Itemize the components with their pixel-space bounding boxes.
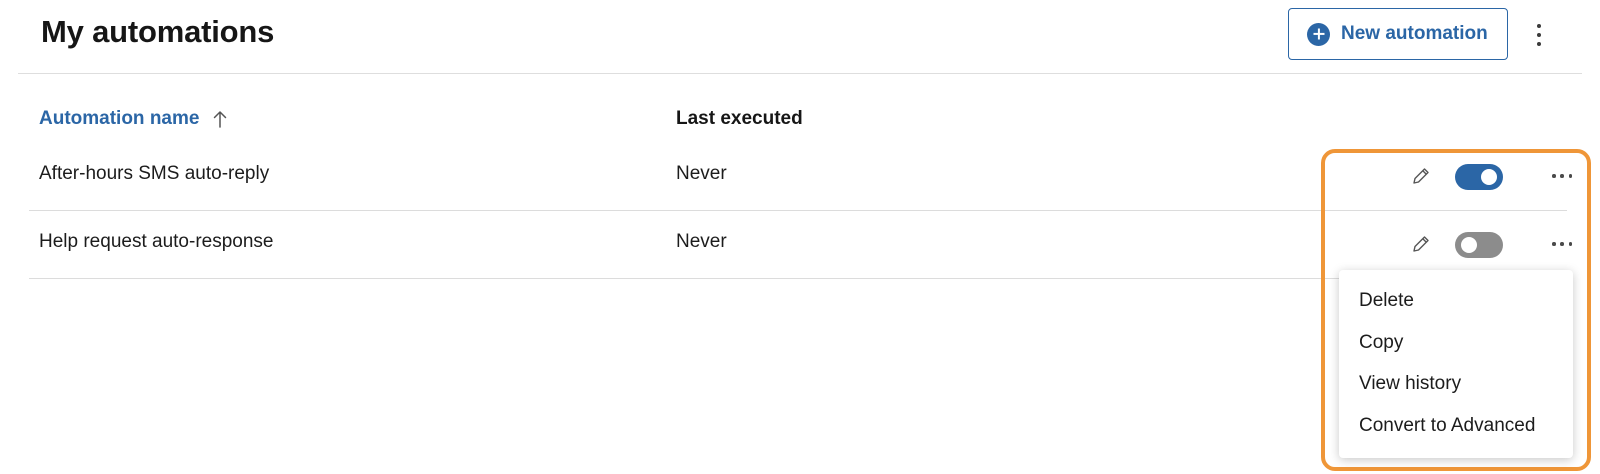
automation-name: After-hours SMS auto-reply [39, 163, 270, 184]
page-overflow-menu-icon[interactable] [1528, 20, 1550, 50]
arrow-up-icon [213, 110, 227, 128]
plus-circle-icon [1307, 22, 1330, 46]
row-actions-menu: Delete Copy View history Convert to Adva… [1339, 270, 1573, 458]
last-executed-value: Never [676, 163, 727, 184]
column-header-last-executed: Last executed [676, 108, 803, 129]
menu-item-delete[interactable]: Delete [1339, 281, 1573, 323]
menu-item-view-history[interactable]: View history [1339, 364, 1573, 406]
table-row: After-hours SMS auto-reply Never [29, 143, 1572, 211]
new-automation-button[interactable]: New automation [1288, 8, 1508, 60]
column-header-label: Automation name [39, 108, 200, 129]
column-header-automation-name[interactable]: Automation name [39, 108, 227, 130]
menu-item-copy[interactable]: Copy [1339, 323, 1573, 365]
last-executed-value: Never [676, 231, 727, 252]
more-horizontal-icon[interactable] [1552, 172, 1572, 180]
page-title: My automations [41, 14, 275, 49]
automation-name: Help request auto-response [39, 231, 274, 252]
page-header: My automations New automation [0, 0, 1600, 74]
menu-item-convert-to-advanced[interactable]: Convert to Advanced [1339, 406, 1573, 448]
pencil-icon[interactable] [1410, 233, 1432, 255]
enabled-toggle[interactable] [1455, 232, 1503, 258]
enabled-toggle[interactable] [1455, 164, 1503, 190]
new-automation-label: New automation [1341, 23, 1488, 44]
more-horizontal-icon[interactable] [1552, 240, 1572, 248]
header-divider [18, 73, 1582, 74]
row-divider [29, 278, 1567, 279]
table-row: Help request auto-response Never [29, 211, 1572, 279]
pencil-icon[interactable] [1410, 165, 1432, 187]
